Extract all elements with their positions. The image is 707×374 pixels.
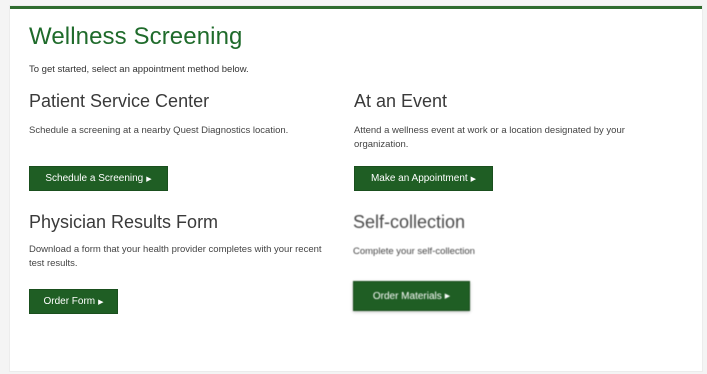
section-self-collection: Self-collection Complete your self-colle… xyxy=(353,212,658,259)
schedule-screening-button[interactable]: Schedule a Screening ▶ xyxy=(29,166,168,191)
order-form-button[interactable]: Order Form ▶ xyxy=(29,289,118,314)
section-heading: Self-collection xyxy=(353,212,466,232)
section-physician-results-form: Physician Results Form Download a form t… xyxy=(29,212,329,272)
make-appointment-button[interactable]: Make an Appointment ▶ xyxy=(354,166,493,191)
caret-right-icon: ▶ xyxy=(146,175,152,183)
button-label: Order Materials xyxy=(372,290,442,302)
order-materials-button[interactable]: Order Materials ▶ xyxy=(353,281,470,311)
button-label: Order Form xyxy=(43,296,96,307)
section-patient-service-center: Patient Service Center Schedule a screen… xyxy=(29,91,334,138)
button-label: Make an Appointment xyxy=(370,173,468,184)
intro-text: To get started, select an appointment me… xyxy=(29,64,249,75)
page: Wellness Screening To get started, selec… xyxy=(0,0,707,374)
section-description: Complete your self-collection xyxy=(353,246,475,257)
caret-right-icon: ▶ xyxy=(470,175,477,183)
page-title: Wellness Screening xyxy=(29,23,243,50)
section-description: Download a form that your health provide… xyxy=(29,244,322,270)
section-at-an-event: At an Event Attend a wellness event at w… xyxy=(354,91,654,153)
section-description: Attend a wellness event at work or a loc… xyxy=(354,125,625,151)
section-description: Schedule a screening at a nearby Quest D… xyxy=(29,125,289,136)
button-label: Schedule a Screening xyxy=(45,173,144,184)
wellness-screening-card: Wellness Screening To get started, selec… xyxy=(10,6,702,371)
section-heading: Physician Results Form xyxy=(29,212,219,232)
caret-right-icon: ▶ xyxy=(98,298,104,306)
section-heading: Patient Service Center xyxy=(29,91,210,111)
section-heading: At an Event xyxy=(354,91,448,111)
caret-right-icon: ▶ xyxy=(444,293,451,300)
